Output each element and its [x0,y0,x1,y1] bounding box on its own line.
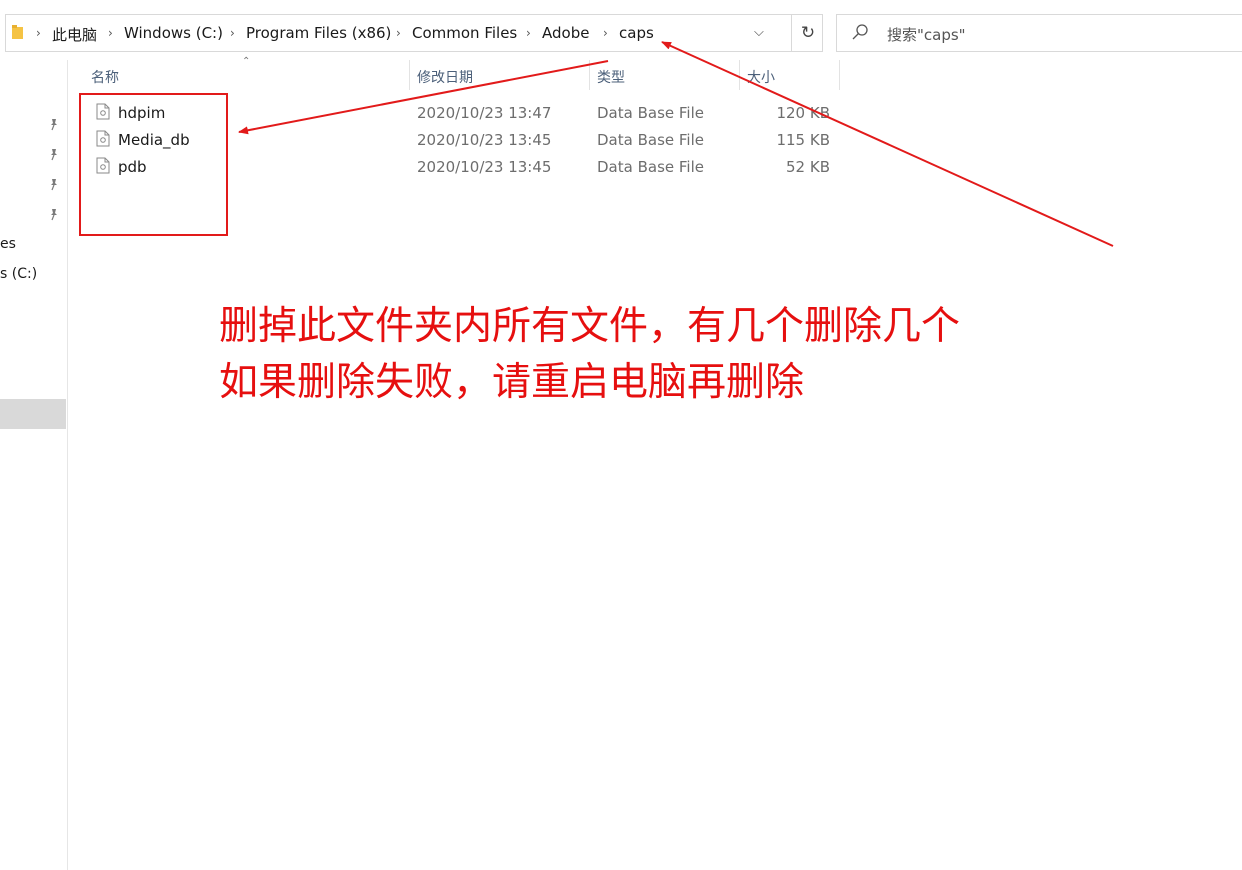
annotation-text-line1: 删掉此文件夹内所有文件，有几个删除几个 [219,304,961,349]
column-header-date-modified[interactable]: 修改日期 [417,67,473,87]
chevron-right-icon[interactable]: › [396,26,401,40]
chevron-down-icon[interactable]: ⌵ [754,25,764,40]
pin-icon[interactable] [47,177,61,191]
sort-ascending-icon: ⌃ [242,56,251,67]
chevron-right-icon[interactable]: › [108,26,113,40]
column-header-name[interactable]: 名称 [91,67,119,87]
search-box[interactable]: 搜索"caps" [836,14,1242,52]
pane-divider [67,60,68,870]
file-size: 52 KB [786,158,830,176]
address-bar[interactable]: › 此电脑 › Windows (C:) › Program Files (x8… [5,14,823,52]
breadcrumb-caps[interactable]: caps [619,24,654,42]
nav-item-quick-access[interactable]: es [0,236,16,252]
chevron-right-icon[interactable]: › [526,26,531,40]
nav-item-windows-c[interactable]: s (C:) [0,266,37,282]
file-date: 2020/10/23 13:45 [417,158,552,176]
breadcrumb-common-files[interactable]: Common Files [412,24,517,42]
file-size: 115 KB [776,131,830,149]
nav-item-selected[interactable] [0,399,66,429]
column-divider[interactable] [739,60,740,90]
breadcrumb-program-files-x86[interactable]: Program Files (x86) [246,24,391,42]
file-date: 2020/10/23 13:47 [417,104,552,122]
column-divider[interactable] [589,60,590,90]
breadcrumb-adobe[interactable]: Adobe [542,24,589,42]
arrow-to-caps [661,41,1114,247]
column-header-size[interactable]: 大小 [747,67,775,87]
file-type: Data Base File [597,104,704,122]
chevron-right-icon[interactable]: › [36,26,41,40]
column-divider[interactable] [409,60,410,90]
chevron-right-icon[interactable]: › [603,26,608,40]
chevron-right-icon[interactable]: › [230,26,235,40]
file-date: 2020/10/23 13:45 [417,131,552,149]
refresh-icon[interactable]: ↻ [791,15,824,51]
annotation-text-line2: 如果删除失败，请重启电脑再删除 [219,360,805,405]
column-header-type[interactable]: 类型 [597,67,625,87]
search-input[interactable]: 搜索"caps" [887,24,966,45]
folder-icon [12,25,23,39]
breadcrumb-windows-c[interactable]: Windows (C:) [124,24,223,42]
pin-icon[interactable] [47,147,61,161]
file-size: 120 KB [776,104,830,122]
search-icon [852,24,868,40]
column-divider[interactable] [839,60,840,90]
annotation-highlight-box [79,93,228,236]
file-type: Data Base File [597,158,704,176]
breadcrumb-this-pc[interactable]: 此电脑 [52,24,97,45]
pin-icon[interactable] [47,117,61,131]
pin-icon[interactable] [47,207,61,221]
file-type: Data Base File [597,131,704,149]
